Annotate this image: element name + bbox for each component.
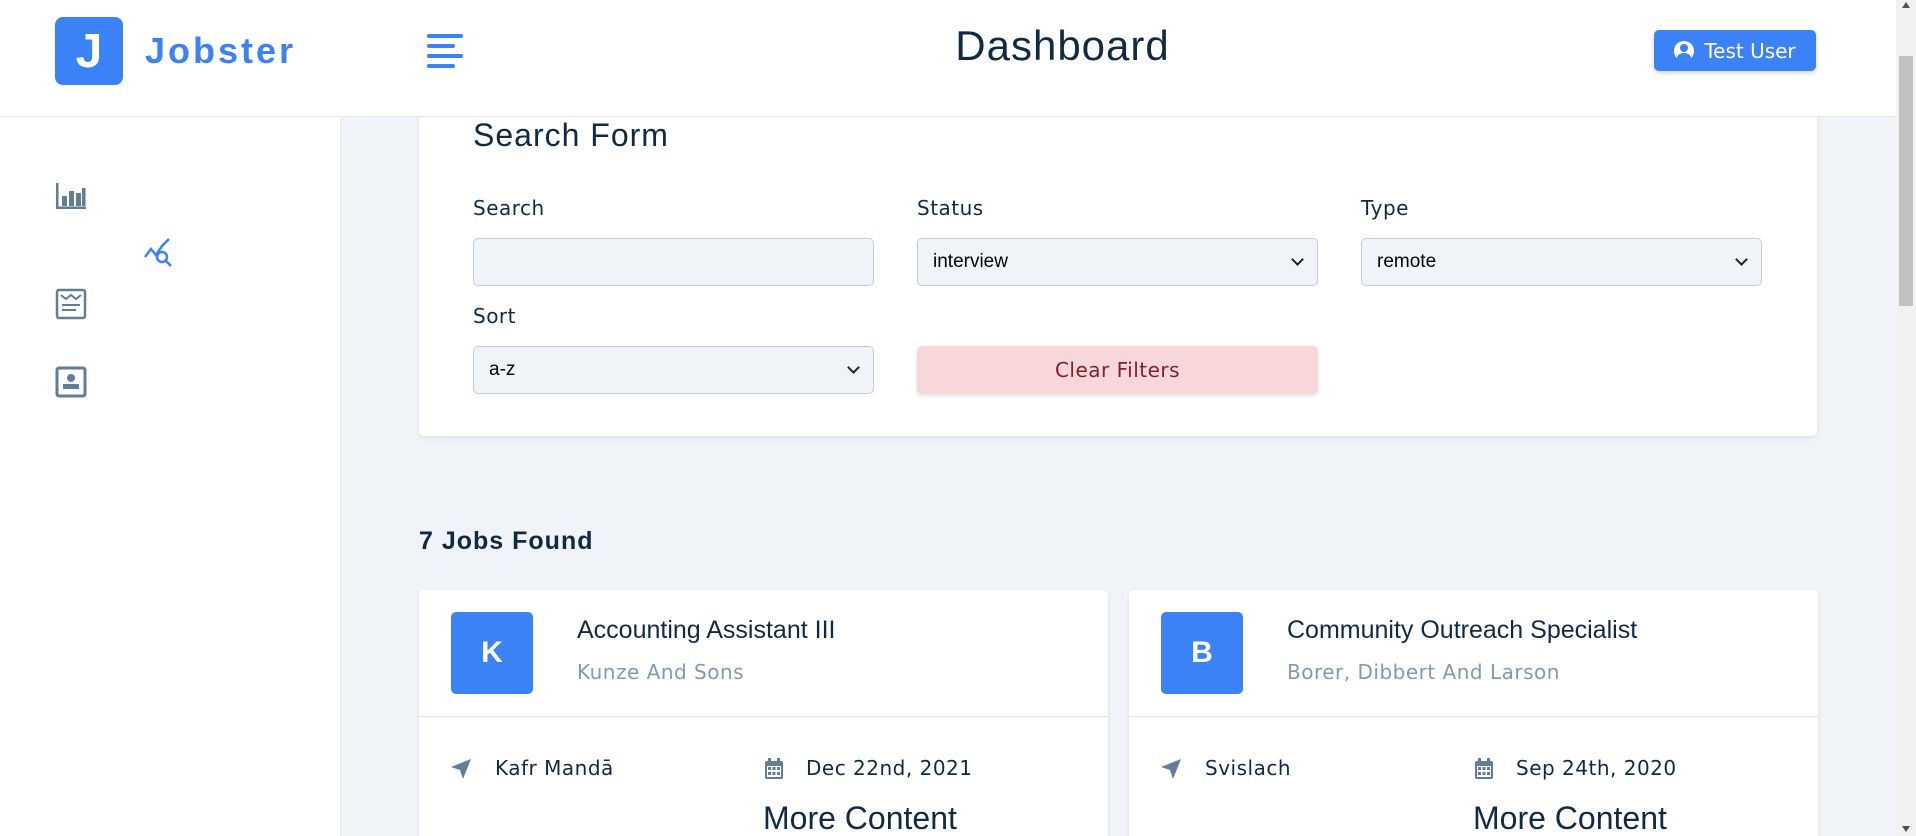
- job-card-header: B Community Outreach Specialist Borer, D…: [1129, 590, 1818, 717]
- page-scrollbar[interactable]: [1896, 0, 1916, 836]
- status-label: Status: [917, 196, 984, 220]
- calendar-icon: [762, 757, 786, 781]
- location-arrow-icon: [449, 757, 473, 781]
- type-select-value: remote: [1377, 251, 1437, 272]
- job-company: Kunze And Sons: [577, 660, 745, 684]
- location-arrow-icon: [1159, 757, 1183, 781]
- calendar-icon: [1472, 757, 1496, 781]
- sort-label: Sort: [473, 304, 516, 328]
- job-location: Svislach: [1205, 756, 1291, 780]
- job-card: K Accounting Assistant III Kunze And Son…: [419, 590, 1108, 836]
- type-select[interactable]: remote: [1361, 238, 1762, 286]
- scroll-down-arrow-icon[interactable]: [1902, 826, 1910, 832]
- query-stats-icon[interactable]: [143, 237, 177, 271]
- sort-select[interactable]: a-z: [473, 346, 874, 394]
- job-position: Accounting Assistant III: [577, 616, 836, 644]
- search-label: Search: [473, 196, 545, 220]
- bar-chart-icon[interactable]: [54, 179, 88, 213]
- clear-filters-button[interactable]: Clear Filters: [917, 346, 1318, 394]
- chevron-down-icon: [847, 361, 860, 374]
- type-label: Type: [1361, 196, 1409, 220]
- more-content-text: More Content: [763, 800, 957, 836]
- job-date: Dec 22nd, 2021: [806, 756, 973, 780]
- job-location: Kafr Mandā: [495, 756, 614, 780]
- profile-icon[interactable]: [54, 365, 88, 399]
- chevron-down-icon: [1735, 253, 1748, 266]
- more-content-text: More Content: [1473, 800, 1667, 836]
- job-card: B Community Outreach Specialist Borer, D…: [1129, 590, 1818, 836]
- search-form-title: Search Form: [473, 117, 669, 153]
- scroll-thumb[interactable]: [1899, 56, 1913, 306]
- sidebar: [0, 117, 341, 836]
- logo[interactable]: J Jobster: [55, 17, 296, 85]
- page-title: Dashboard: [955, 22, 1170, 69]
- user-menu-button[interactable]: Test User: [1654, 30, 1816, 71]
- sidebar-toggle-button[interactable]: [427, 34, 463, 68]
- form-icon[interactable]: [54, 287, 88, 321]
- logo-icon: J: [55, 17, 123, 85]
- scroll-up-arrow-icon[interactable]: [1902, 2, 1910, 8]
- company-avatar: B: [1161, 612, 1243, 694]
- user-menu-label: Test User: [1704, 38, 1796, 63]
- jobs-found-heading: 7 Jobs Found: [419, 527, 594, 555]
- job-card-header: K Accounting Assistant III Kunze And Son…: [419, 590, 1108, 717]
- user-circle-icon: [1674, 40, 1695, 61]
- search-form-card: Search Form Search Status interview Type…: [419, 90, 1817, 436]
- top-navbar: J Jobster Dashboard Test User: [0, 0, 1896, 117]
- chevron-down-icon: [1291, 253, 1304, 266]
- company-avatar: K: [451, 612, 533, 694]
- job-position: Community Outreach Specialist: [1287, 616, 1638, 644]
- logo-text: Jobster: [145, 30, 297, 71]
- sort-select-value: a-z: [489, 359, 516, 380]
- job-date: Sep 24th, 2020: [1516, 756, 1677, 780]
- status-select-value: interview: [933, 251, 1008, 272]
- job-company: Borer, Dibbert And Larson: [1287, 660, 1560, 684]
- search-input[interactable]: [473, 238, 874, 286]
- status-select[interactable]: interview: [917, 238, 1318, 286]
